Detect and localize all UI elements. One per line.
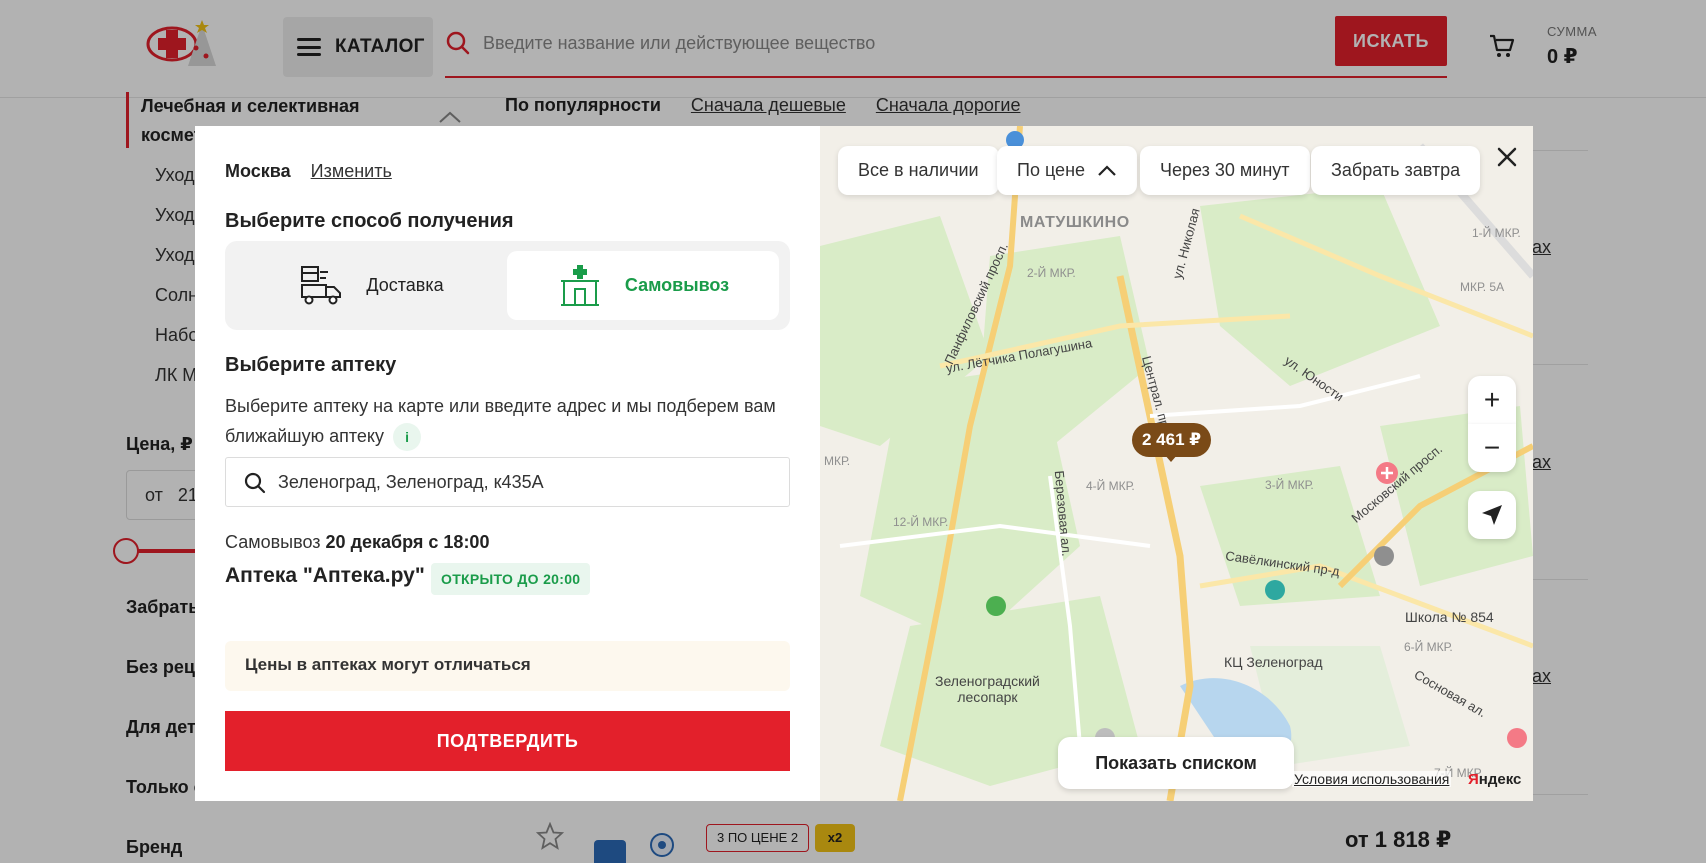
poi-park-line1: Зеленоградский	[935, 673, 1040, 689]
pharmacy-map[interactable]: МАТУШКИНО 2-Й МКР. 1-Й МКР. МКР. 5А 3-Й …	[820, 126, 1533, 801]
pharmacy-name: Аптека "Аптека.ру"	[225, 564, 425, 587]
map-label: 6-Й МКР.	[1404, 640, 1453, 654]
map-filter-tomorrow[interactable]: Забрать завтра	[1311, 146, 1481, 195]
yandex-logo-first: Я	[1468, 771, 1479, 788]
confirm-button[interactable]: ПОДТВЕРДИТЬ	[225, 711, 790, 771]
map-label: 3-Й МКР.	[1265, 478, 1314, 492]
pickup-prefix: Самовывоз	[225, 532, 321, 552]
method-pickup[interactable]: Самовывоз	[507, 251, 779, 320]
modal-left-pane: Москва Изменить Выберите способ получени…	[195, 126, 820, 801]
address-input[interactable]	[278, 458, 778, 506]
delivery-truck-icon	[301, 265, 342, 304]
location-arrow-icon	[1482, 505, 1502, 525]
close-icon	[1497, 147, 1517, 167]
price-note: Цены в аптеках могут отличаться	[225, 641, 790, 691]
map-label: 12-Й МКР.	[893, 515, 949, 529]
method-delivery[interactable]: Доставка	[235, 251, 507, 320]
info-icon[interactable]: i	[393, 423, 422, 452]
map-label: 4-Й МКР.	[1086, 479, 1135, 493]
search-icon	[244, 472, 266, 494]
map-filter-by-price-label: По цене	[1017, 160, 1086, 180]
poi-school[interactable]: Школа № 854	[1405, 609, 1494, 625]
change-city-link[interactable]: Изменить	[311, 161, 392, 182]
pickup-time-line: Самовывоз 20 декабря с 18:00	[225, 532, 489, 553]
pharmacy-description: Выберите аптеку на карте или введите адр…	[225, 391, 785, 452]
show-list-button[interactable]: Показать списком	[1058, 737, 1294, 789]
method-title: Выберите способ получения	[225, 210, 514, 232]
pharmacy-title: Выберите аптеку	[225, 354, 397, 376]
zoom-in-button[interactable]: +	[1468, 376, 1516, 424]
yandex-logo-rest: ндекс	[1478, 771, 1522, 788]
zoom-out-button[interactable]: −	[1468, 424, 1516, 472]
map-label: 2-Й МКР.	[1027, 266, 1076, 280]
map-filter-in-stock[interactable]: Все в наличии	[838, 146, 999, 195]
city-row: Москва Изменить	[225, 161, 392, 182]
pharmacy-description-text: Выберите аптеку на карте или введите адр…	[225, 396, 776, 446]
poi-kc[interactable]: КЦ Зеленоград	[1224, 654, 1323, 670]
map-label: МКР. 5А	[1460, 280, 1505, 294]
close-modal-button[interactable]	[1490, 140, 1524, 174]
map-filter-30-min[interactable]: Через 30 минут	[1140, 146, 1310, 195]
chevron-up-icon	[1098, 164, 1116, 176]
pickup-modal: Москва Изменить Выберите способ получени…	[195, 126, 1533, 801]
map-label: 1-Й МКР.	[1472, 226, 1521, 240]
poi-park[interactable]: Зеленоградский лесопарк	[935, 673, 1040, 705]
yandex-logo[interactable]: Яндекс	[1468, 771, 1521, 788]
open-status-badge: ОТКРЫТО ДО 20:00	[431, 563, 591, 595]
locate-button[interactable]	[1468, 491, 1516, 539]
pharmacy-building-icon	[560, 264, 599, 306]
method-switch: Доставка Самовывоз	[225, 241, 790, 330]
price-pin-tail	[1164, 454, 1178, 462]
method-delivery-label: Доставка	[366, 275, 444, 295]
pickup-time: 20 декабря с 18:00	[325, 532, 490, 552]
map-district-label: МАТУШКИНО	[1020, 214, 1130, 231]
map-label: МКР.	[824, 454, 851, 468]
pharmacy-price-pin[interactable]: 2 461 ₽	[1132, 423, 1212, 457]
map-filter-by-price[interactable]: По цене	[997, 146, 1138, 195]
method-pickup-label: Самовывоз	[624, 275, 730, 295]
city-name: Москва	[225, 161, 291, 181]
map-terms-link[interactable]: Условия использования	[1292, 771, 1452, 787]
poi-park-line2: лесопарк	[957, 689, 1018, 705]
address-search-field[interactable]	[225, 457, 790, 507]
